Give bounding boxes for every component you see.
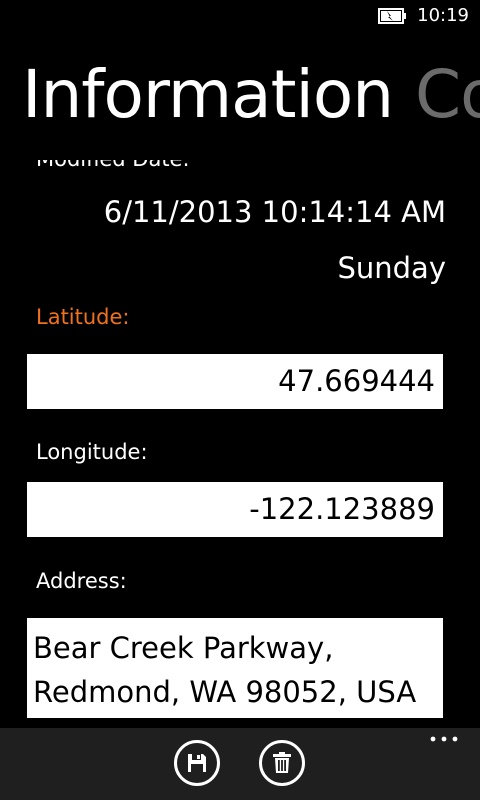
- delete-button[interactable]: [259, 740, 305, 786]
- longitude-field[interactable]: -122.123889: [27, 482, 443, 537]
- pivot-header: Information Co: [22, 52, 480, 138]
- address-line-2: Redmond, WA 98052, USA: [33, 675, 417, 709]
- status-clock: 10:19: [417, 5, 469, 26]
- longitude-label: Longitude:: [36, 440, 148, 464]
- save-button[interactable]: [174, 740, 220, 786]
- latitude-field[interactable]: 47.669444: [27, 354, 443, 409]
- save-icon: [188, 754, 206, 772]
- address-label: Address:: [36, 569, 127, 593]
- app-bar: [0, 728, 480, 800]
- status-bar: 10:19: [0, 0, 480, 32]
- longitude-value: -122.123889: [249, 492, 435, 526]
- address-line-1: Bear Creek Parkway,: [33, 631, 334, 665]
- modified-date-value: 6/11/2013 10:14:14 AM: [103, 195, 446, 229]
- pivot-item-next[interactable]: Co: [415, 56, 480, 133]
- details-panel[interactable]: Modified Date: 6/11/2013 10:14:14 AM Sun…: [0, 160, 480, 728]
- pivot-item-information[interactable]: Information: [22, 56, 394, 133]
- modified-date-label: Modified Date:: [36, 160, 190, 172]
- latitude-label: Latitude:: [36, 305, 130, 329]
- address-field[interactable]: Bear Creek Parkway, Redmond, WA 98052, U…: [27, 618, 443, 718]
- delete-icon: [273, 752, 291, 773]
- latitude-value: 47.669444: [278, 364, 435, 398]
- ellipsis-icon[interactable]: [430, 734, 458, 744]
- battery-charging-icon: [378, 8, 406, 24]
- day-value: Sunday: [337, 251, 446, 285]
